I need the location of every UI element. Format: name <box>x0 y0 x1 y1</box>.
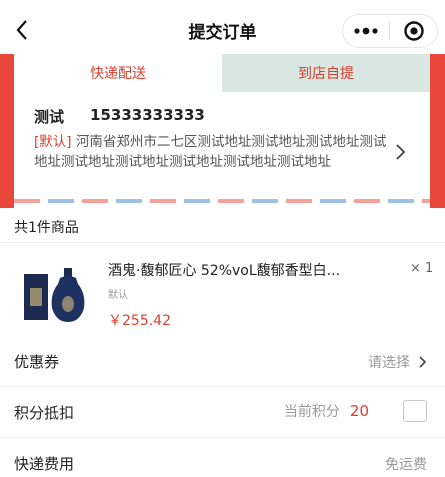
shipping-value: 免运费 <box>385 457 427 473</box>
airmail-stripe <box>14 199 430 203</box>
goods-section: 共1件商品 酒鬼·馥郁匠心 52%voL馥郁香型白... × 1 默认 ￥255… <box>0 208 445 336</box>
points-info: 当前积分 20 <box>284 400 427 422</box>
product-spec: 默认 <box>108 290 128 301</box>
delivery-tabs: 快递配送 到店自提 <box>14 54 430 92</box>
chevron-right-icon <box>396 144 406 160</box>
points-value: 20 <box>349 402 369 420</box>
address-detail: [默认] 河南省郑州市二七区测试地址测试地址测试地址测试地址测试地址测试地址测试… <box>34 132 392 172</box>
tab-store-pickup[interactable]: 到店自提 <box>222 54 430 92</box>
default-tag: [默认] <box>34 134 72 150</box>
nav-bar: 提交订单 <box>0 0 445 58</box>
points-checkbox[interactable] <box>403 400 427 422</box>
more-button[interactable] <box>343 15 389 47</box>
shipping-label: 快递费用 <box>14 455 75 473</box>
contact-name: 测试 <box>34 108 65 126</box>
more-dots-icon <box>354 27 378 35</box>
tab-express-delivery[interactable]: 快递配送 <box>14 54 222 92</box>
address-card[interactable]: 快递配送 到店自提 测试 15333333333 [默认] 河南省郑州市二七区测… <box>14 54 430 208</box>
contact-phone: 15333333333 <box>90 106 205 124</box>
contact-line: 测试 15333333333 <box>34 106 205 127</box>
address-text: 河南省郑州市二七区测试地址测试地址测试地址测试地址测试地址测试地址测试地址测试地… <box>34 134 387 170</box>
product-image[interactable] <box>18 254 92 328</box>
liquor-bottle-image <box>24 268 85 322</box>
points-label: 积分抵扣 <box>14 404 75 422</box>
address-arrow[interactable] <box>394 142 406 166</box>
chevron-right-icon <box>419 356 427 368</box>
goods-count: 共1件商品 <box>14 220 79 236</box>
divider <box>0 242 445 243</box>
product-name: 酒鬼·馥郁匠心 52%voL馥郁香型白... <box>108 263 341 279</box>
coupon-row[interactable]: 优惠券 请选择 <box>0 336 445 386</box>
coupon-value: 请选择 <box>368 355 410 371</box>
product-quantity: × 1 <box>410 261 434 276</box>
close-button[interactable] <box>390 15 437 47</box>
coupon-label: 优惠券 <box>14 353 60 371</box>
coupon-selector[interactable]: 请选择 <box>368 352 427 372</box>
shipping-row: 快递费用 免运费 <box>0 438 445 477</box>
address-section: 快递配送 到店自提 测试 15333333333 [默认] 河南省郑州市二七区测… <box>0 54 445 208</box>
points-row: 积分抵扣 当前积分 20 <box>0 387 445 437</box>
target-close-icon <box>403 21 424 41</box>
mini-program-capsule <box>342 14 438 48</box>
points-prefix: 当前积分 <box>283 404 340 420</box>
product-price: ￥255.42 <box>108 313 171 329</box>
